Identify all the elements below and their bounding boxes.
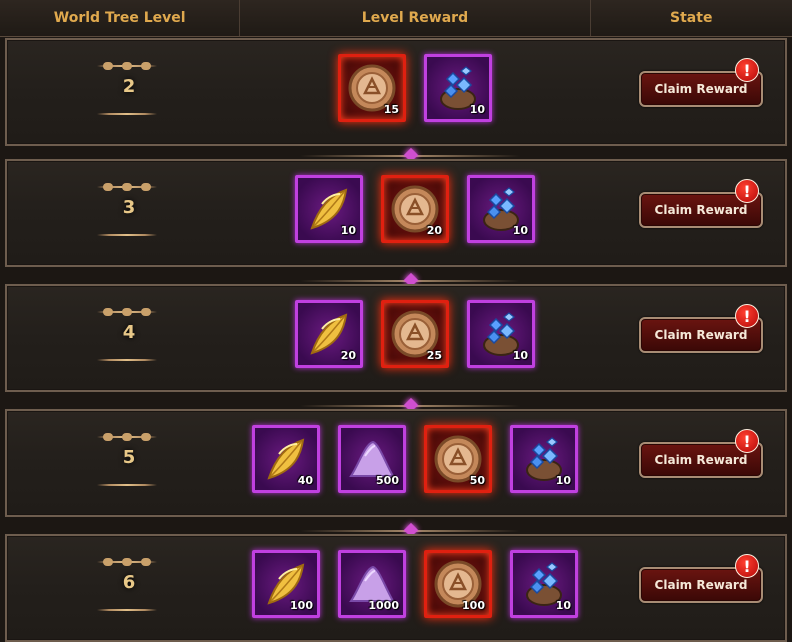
reward-quantity: 20 bbox=[340, 349, 356, 362]
reward-quantity: 100 bbox=[290, 599, 313, 612]
ornament-bottom bbox=[97, 483, 157, 487]
reward-item[interactable]: 10 bbox=[424, 54, 492, 122]
reward-item[interactable]: 20 bbox=[295, 300, 363, 368]
reward-row: 3 10 20 10 Claim Reward! bbox=[5, 159, 787, 267]
reward-item[interactable]: 10 bbox=[467, 300, 535, 368]
reward-item[interactable]: 15 bbox=[338, 54, 406, 122]
reward-quantity: 10 bbox=[469, 103, 485, 116]
level-number: 3 bbox=[122, 197, 136, 218]
reward-quantity: 10 bbox=[512, 224, 528, 237]
level-number: 5 bbox=[122, 447, 136, 468]
header-world-tree-level: World Tree Level bbox=[0, 0, 241, 36]
alert-icon: ! bbox=[735, 304, 759, 328]
reward-item[interactable]: 10 bbox=[510, 425, 578, 493]
reward-quantity: 10 bbox=[340, 224, 356, 237]
reward-item[interactable]: 10 bbox=[510, 550, 578, 618]
level-cell: 3 bbox=[89, 175, 169, 251]
ornament-bottom bbox=[97, 608, 157, 612]
claim-reward-label: Claim Reward bbox=[654, 203, 748, 217]
alert-icon: ! bbox=[735, 58, 759, 82]
level-cell: 4 bbox=[89, 300, 169, 376]
reward-row: 5 40 500 50 10 Claim Reward! bbox=[5, 409, 787, 517]
ornament-top bbox=[97, 433, 157, 441]
header-level-reward: Level Reward bbox=[240, 0, 591, 36]
reward-item[interactable]: 100 bbox=[424, 550, 492, 618]
reward-item[interactable]: 20 bbox=[381, 175, 449, 243]
reward-quantity: 10 bbox=[555, 474, 571, 487]
level-cell: 6 bbox=[89, 550, 169, 626]
reward-row: 6 100 1000 100 10 Claim Reward! bbox=[5, 534, 787, 642]
reward-item[interactable]: 10 bbox=[295, 175, 363, 243]
ornament-top bbox=[97, 308, 157, 316]
reward-quantity: 40 bbox=[297, 474, 313, 487]
alert-icon: ! bbox=[735, 554, 759, 578]
level-cell: 2 bbox=[89, 54, 169, 130]
level-number: 2 bbox=[122, 76, 136, 97]
reward-item[interactable]: 1000 bbox=[338, 550, 406, 618]
ornament-top bbox=[97, 62, 157, 70]
ornament-bottom bbox=[97, 233, 157, 237]
ornament-top bbox=[97, 558, 157, 566]
reward-item[interactable]: 10 bbox=[467, 175, 535, 243]
ornament-top bbox=[97, 183, 157, 191]
header-state: State bbox=[670, 10, 713, 26]
table-header: World Tree Level Level Reward State bbox=[0, 0, 792, 37]
claim-reward-label: Claim Reward bbox=[654, 82, 748, 96]
reward-item[interactable]: 25 bbox=[381, 300, 449, 368]
reward-quantity: 10 bbox=[555, 599, 571, 612]
reward-quantity: 20 bbox=[426, 224, 442, 237]
reward-row: 4 20 25 10 Claim Reward! bbox=[5, 284, 787, 392]
reward-quantity: 100 bbox=[462, 599, 485, 612]
reward-item[interactable]: 50 bbox=[424, 425, 492, 493]
reward-item[interactable]: 500 bbox=[338, 425, 406, 493]
reward-row: 2 15 10 Claim Reward! bbox=[5, 38, 787, 146]
level-cell: 5 bbox=[89, 425, 169, 501]
alert-icon: ! bbox=[735, 429, 759, 453]
reward-quantity: 25 bbox=[426, 349, 442, 362]
reward-quantity: 1000 bbox=[368, 599, 399, 612]
claim-reward-label: Claim Reward bbox=[654, 328, 748, 342]
claim-reward-label: Claim Reward bbox=[654, 578, 748, 592]
alert-icon: ! bbox=[735, 179, 759, 203]
reward-item[interactable]: 40 bbox=[252, 425, 320, 493]
reward-quantity: 500 bbox=[376, 474, 399, 487]
level-number: 6 bbox=[122, 572, 136, 593]
reward-quantity: 10 bbox=[512, 349, 528, 362]
reward-quantity: 50 bbox=[469, 474, 485, 487]
ornament-bottom bbox=[97, 358, 157, 362]
claim-reward-label: Claim Reward bbox=[654, 453, 748, 467]
reward-quantity: 15 bbox=[383, 103, 399, 116]
level-number: 4 bbox=[122, 322, 136, 343]
ornament-bottom bbox=[97, 112, 157, 116]
reward-item[interactable]: 100 bbox=[252, 550, 320, 618]
